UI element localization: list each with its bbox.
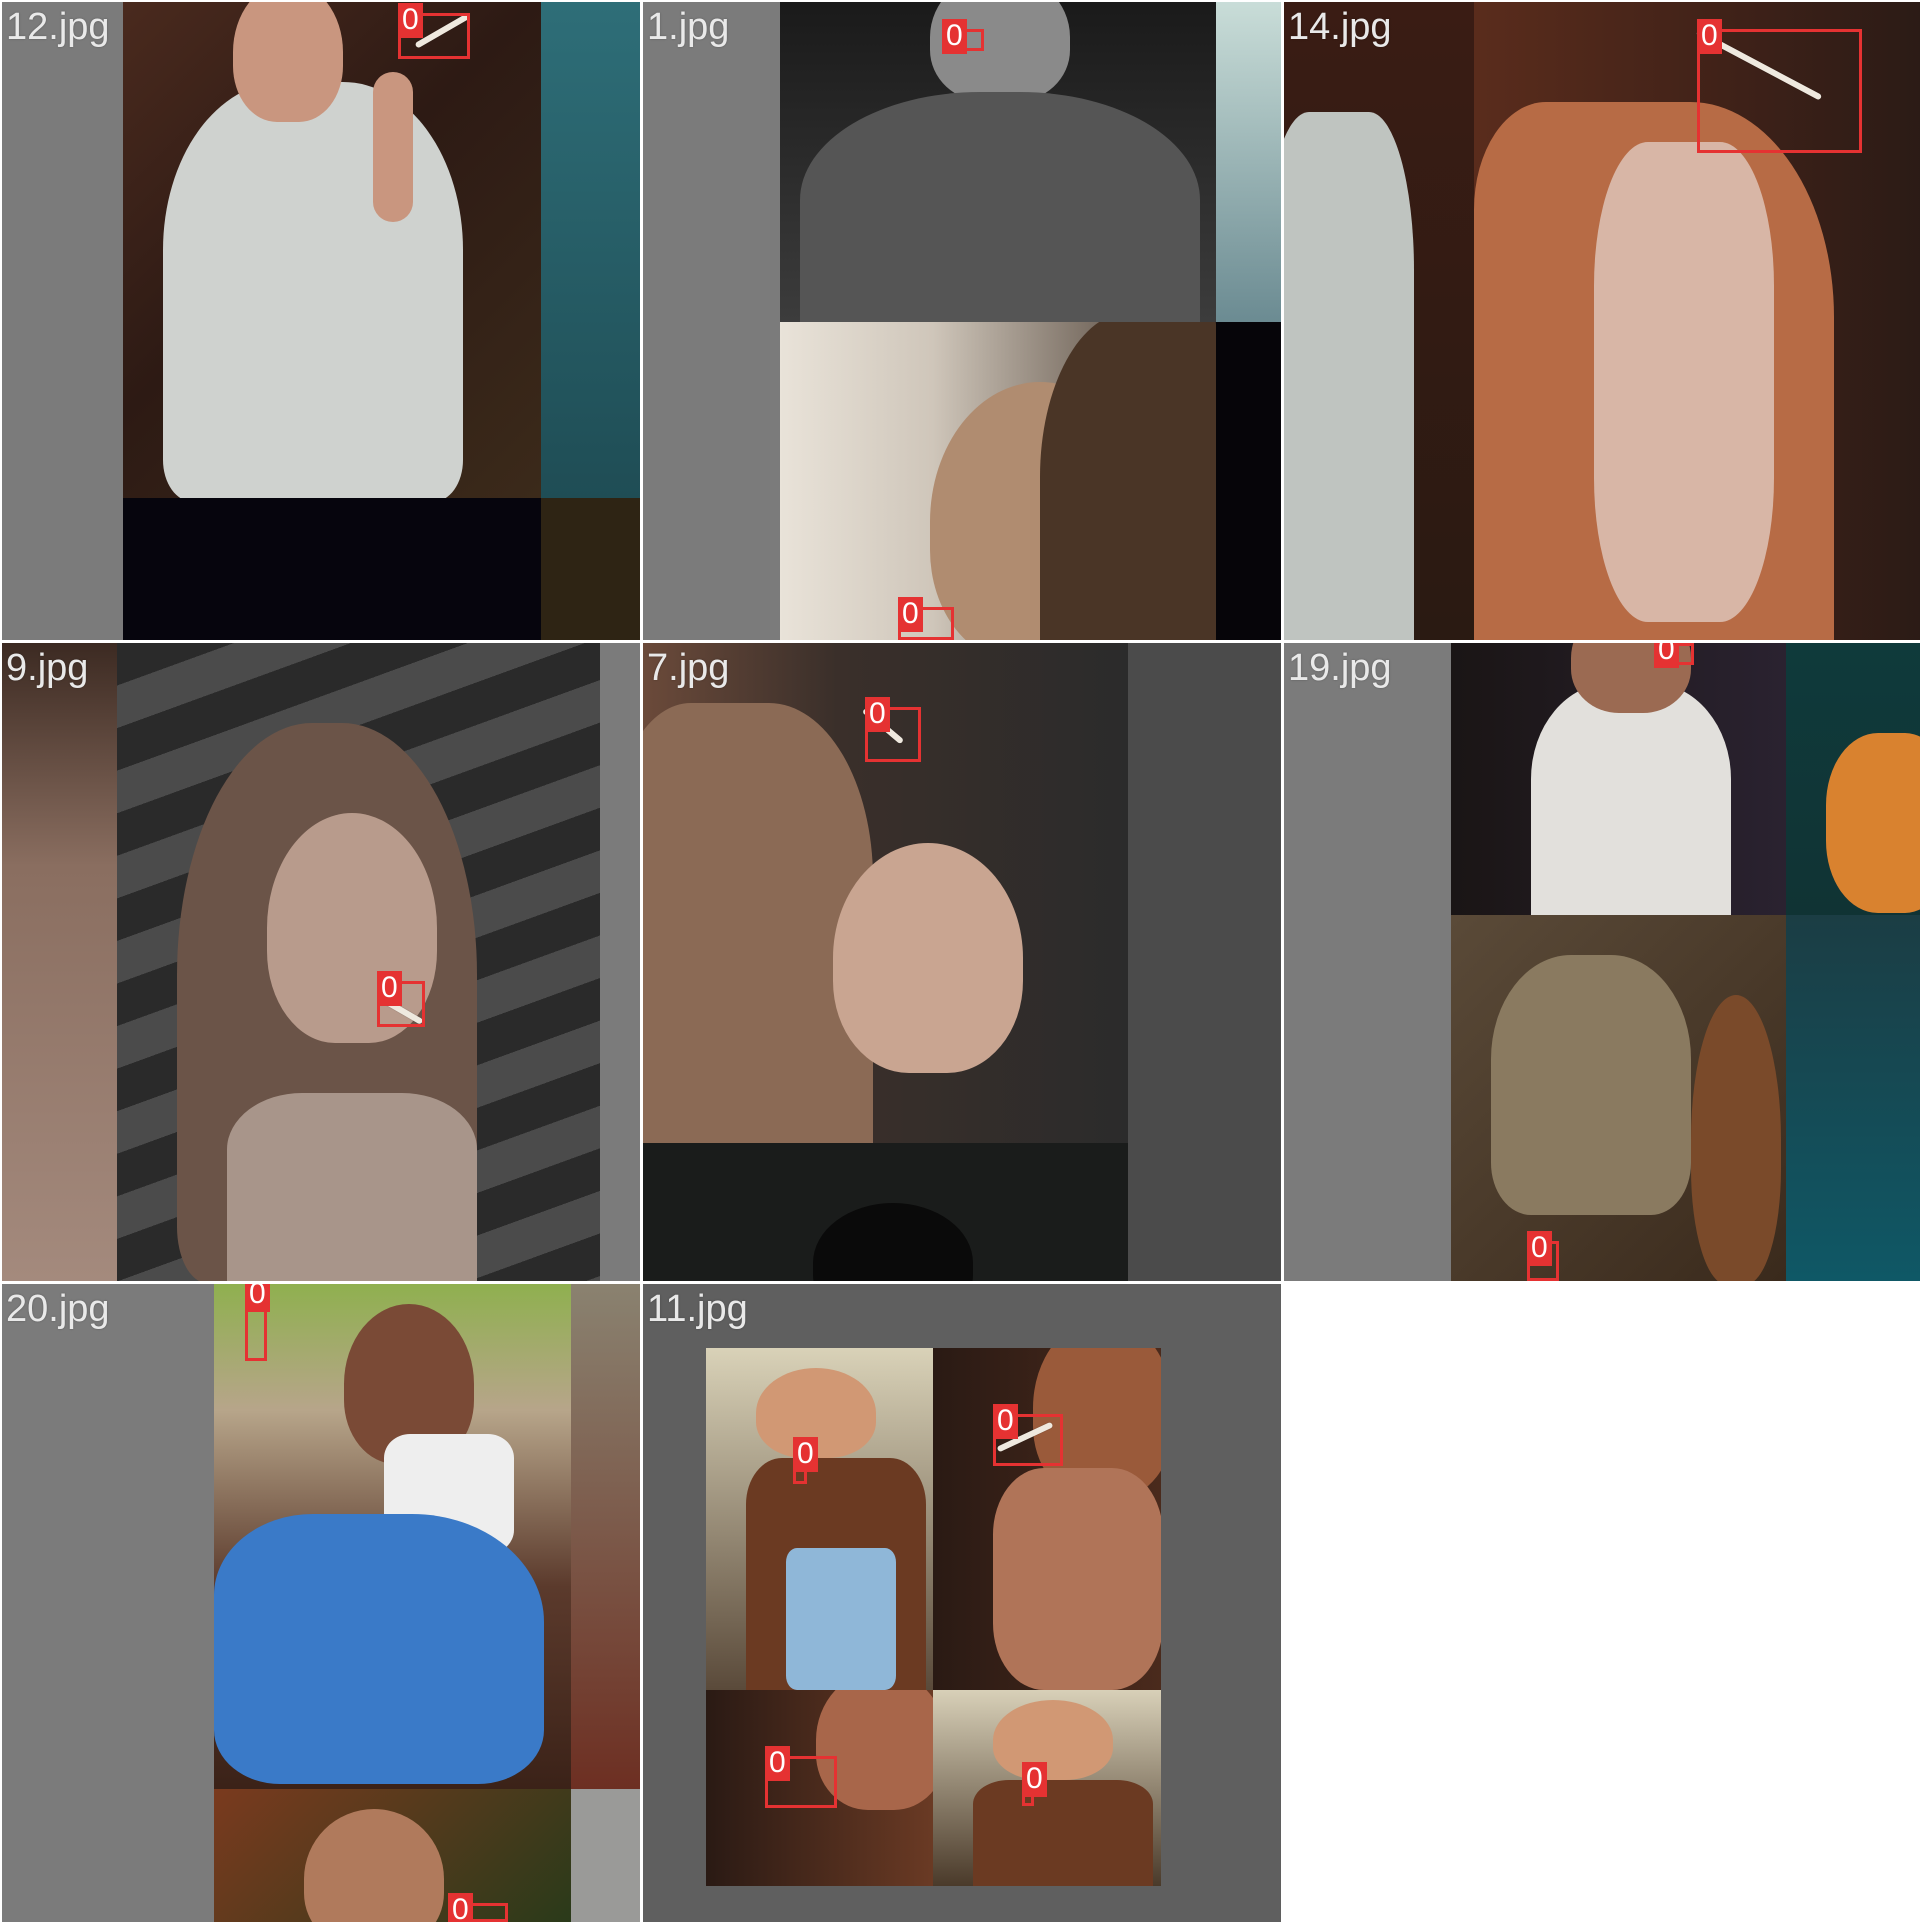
photo-man-long-hair-smoke: [780, 322, 1216, 640]
tile-1-jpg: 0 0 1.jpg: [643, 2, 1281, 640]
class-label: 0: [865, 697, 890, 732]
tile-12-jpg: 0 12.jpg: [2, 2, 640, 640]
detection-box: 0: [765, 1746, 837, 1808]
class-label: 0: [398, 3, 423, 38]
detection-box: 0: [398, 3, 470, 59]
class-label: 0: [1527, 1231, 1552, 1266]
photo-crop-teal: [541, 2, 640, 498]
tile-9-jpg: 0 9.jpg: [2, 643, 640, 1281]
photo-woman-smoke-gray: [117, 643, 600, 1281]
detection-box: 0: [898, 597, 954, 640]
photo-woman-white-blouse: [1451, 643, 1786, 915]
class-label: 0: [1697, 19, 1722, 54]
tile-filename-label: 1.jpg: [647, 6, 730, 48]
tile-20-jpg: 0 0 20.jpg: [2, 1284, 640, 1922]
photo-crop-teal-table: [1786, 915, 1920, 1281]
class-label: 0: [993, 1404, 1018, 1439]
detection-box: 0: [245, 1284, 270, 1361]
photo-woman-blue-pants: [214, 1284, 571, 1789]
detection-box: 0: [377, 971, 425, 1027]
tile-filename-label: 11.jpg: [647, 1288, 748, 1330]
detection-box: 0: [1022, 1762, 1047, 1806]
photo-crop-black: [1216, 322, 1281, 640]
photo-crop-gray: [1128, 643, 1281, 1281]
detection-box: 0: [865, 697, 921, 762]
photo-crop-dark: [123, 498, 541, 640]
tile-11-jpg: 0 0 0 0 11.jpg: [643, 1284, 1281, 1922]
photo-woman-white-sweater: [123, 2, 541, 498]
tile-filename-label: 12.jpg: [6, 6, 110, 48]
photo-crop-dark-head: [643, 1143, 1128, 1281]
photo-crop-sea: [1216, 2, 1281, 322]
photo-man-overalls-crop: [933, 1690, 1161, 1886]
detection-box: 0: [1697, 19, 1862, 153]
class-label: 0: [898, 597, 923, 632]
class-label: 0: [377, 971, 402, 1006]
class-label: 0: [448, 1893, 473, 1922]
photo-crop-wall: [571, 1789, 640, 1922]
class-label: 0: [793, 1437, 818, 1472]
class-label: 0: [942, 19, 967, 54]
tile-14-jpg: 0 14.jpg: [1284, 2, 1920, 640]
mosaic-grid: 0 12.jpg 0 0 1.jpg 0 14.jpg 0 9.jpg 0 7.…: [0, 0, 1920, 1922]
tile-filename-label: 14.jpg: [1288, 6, 1392, 48]
tile-7-jpg: 0 7.jpg: [643, 643, 1281, 1281]
empty-tile: [1284, 1284, 1920, 1922]
photo-crop-face-edge: [2, 643, 117, 1281]
class-label: 0: [1022, 1762, 1047, 1797]
photo-crop-brown: [541, 498, 640, 640]
class-label: 0: [765, 1746, 790, 1781]
photo-man-overalls: [706, 1348, 933, 1690]
detection-box: 0: [793, 1437, 818, 1484]
detection-box: 0: [1654, 643, 1694, 668]
detection-box: 0: [993, 1404, 1063, 1466]
detection-box: 0: [1527, 1231, 1559, 1281]
photo-crop-sweater: [1284, 2, 1474, 640]
tile-filename-label: 19.jpg: [1288, 647, 1392, 689]
tile-19-jpg: 0 0 19.jpg: [1284, 643, 1920, 1281]
photo-woman-shaved-head: [214, 1789, 571, 1922]
detection-box: 0: [448, 1893, 508, 1922]
photo-woman-cigarette-dark: [933, 1348, 1161, 1690]
tile-filename-label: 7.jpg: [647, 647, 730, 689]
class-label: 0: [1654, 643, 1679, 668]
detection-box: 0: [942, 19, 984, 54]
photo-man-bw-shirt: [780, 2, 1216, 322]
tile-filename-label: 9.jpg: [6, 647, 89, 689]
photo-crop-guitar: [1786, 643, 1920, 915]
photo-crop-painting-smoke: [1451, 915, 1786, 1281]
class-label: 0: [245, 1284, 270, 1312]
tile-filename-label: 20.jpg: [6, 1288, 110, 1330]
photo-crop-tree: [571, 1284, 640, 1789]
